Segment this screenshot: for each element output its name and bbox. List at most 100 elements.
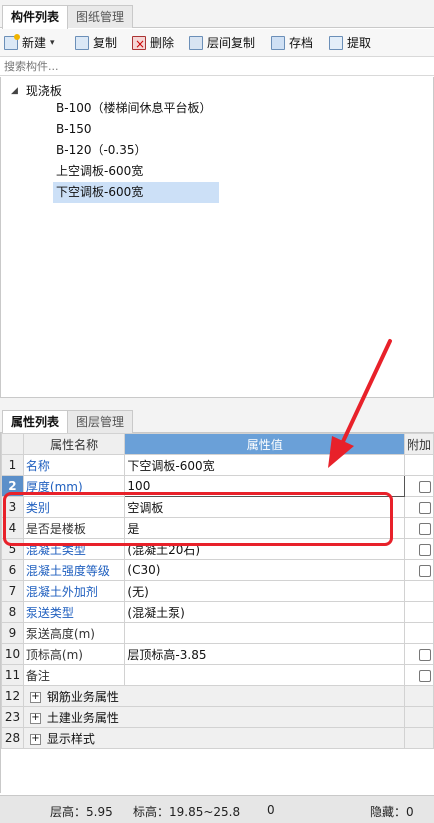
group-row[interactable]: 28 + 显示样式	[1, 727, 434, 749]
table-row[interactable]: 9 泵送高度(m)	[1, 622, 434, 644]
property-value-cell[interactable]: (混凝土泵)	[124, 601, 405, 623]
status-zero: 0	[267, 803, 275, 817]
collapse-triangle-icon[interactable]: ◢	[11, 81, 18, 101]
property-name-cell: 泵送高度(m)	[22, 622, 126, 644]
property-value-cell[interactable]	[124, 664, 405, 686]
row-number[interactable]: 11	[1, 664, 24, 686]
additional-checkbox[interactable]	[418, 501, 431, 514]
new-button[interactable]: 新建 ▾	[4, 33, 55, 53]
additional-cell	[403, 517, 434, 539]
additional-checkbox[interactable]	[418, 480, 431, 493]
table-row[interactable]: 8 泵送类型 (混凝土泵)	[1, 601, 434, 623]
additional-cell	[403, 475, 434, 497]
property-name-cell: 名称	[22, 454, 126, 476]
archive-label: 存档	[289, 36, 314, 50]
search-input[interactable]	[0, 58, 434, 76]
elevation-range: 标高：19.85~25.8	[133, 805, 241, 819]
row-number[interactable]: 28	[1, 727, 24, 749]
additional-checkbox[interactable]	[418, 648, 431, 661]
property-name-cell: 混凝土外加剂	[22, 580, 126, 602]
row-number[interactable]: 6	[1, 559, 24, 581]
header-property-name[interactable]: 属性名称	[22, 433, 126, 455]
tree-item[interactable]: 上空调板-600宽	[53, 161, 146, 182]
additional-cell	[403, 727, 434, 749]
property-name-cell: 备注	[22, 664, 126, 686]
property-value-cell[interactable]: (C30)	[124, 559, 405, 581]
tree-item[interactable]: B-120（-0.35）	[53, 140, 150, 161]
additional-cell	[403, 496, 434, 518]
group-label: 土建业务属性	[46, 710, 119, 725]
group-cell[interactable]: + 显示样式	[22, 727, 405, 749]
row-number[interactable]: 8	[1, 601, 24, 623]
property-value-cell[interactable]: 层顶标高-3.85	[124, 643, 405, 665]
table-row[interactable]: 10 顶标高(m) 层顶标高-3.85	[1, 643, 434, 665]
archive-button[interactable]: 存档	[271, 33, 313, 53]
top-tab-bar: 构件列表 图纸管理	[0, 0, 434, 29]
floor-copy-button[interactable]: 层间复制	[189, 33, 255, 53]
group-row[interactable]: 12 + 钢筋业务属性	[1, 685, 434, 707]
group-row[interactable]: 23 + 土建业务属性	[1, 706, 434, 728]
property-name-cell: 混凝土强度等级	[22, 559, 126, 581]
additional-checkbox[interactable]	[418, 669, 431, 682]
archive-icon	[271, 36, 285, 50]
tab-component-list[interactable]: 构件列表	[2, 5, 69, 29]
floor-copy-label: 层间复制	[207, 36, 256, 50]
delete-label: 删除	[150, 36, 175, 50]
copy-button[interactable]: 复制	[75, 33, 117, 53]
additional-cell	[403, 559, 434, 581]
status-bar: 层高：5.95 标高：19.85~25.8 0 隐藏：0	[0, 795, 434, 823]
additional-checkbox[interactable]	[418, 522, 431, 535]
group-label: 钢筋业务属性	[46, 689, 119, 704]
row-number[interactable]: 10	[1, 643, 24, 665]
row-number[interactable]: 23	[1, 706, 24, 728]
table-row[interactable]: 6 混凝土强度等级 (C30)	[1, 559, 434, 581]
tree-item-selected[interactable]: 下空调板-600宽	[53, 182, 219, 203]
row-number[interactable]: 1	[1, 454, 24, 476]
annotation-highlight-box	[3, 492, 393, 546]
expand-plus-icon[interactable]: +	[29, 733, 41, 745]
delete-icon	[132, 34, 146, 54]
expand-plus-icon[interactable]: +	[29, 712, 41, 724]
tree-item[interactable]: B-100（楼梯间休息平台板）	[53, 98, 214, 119]
group-cell[interactable]: + 土建业务属性	[22, 706, 405, 728]
group-label: 显示样式	[46, 731, 95, 746]
tab-property-list[interactable]: 属性列表	[2, 410, 69, 434]
floor-copy-icon	[189, 36, 203, 50]
header-additional[interactable]: 附加	[403, 433, 434, 455]
property-value-cell[interactable]	[124, 622, 405, 644]
expand-plus-icon[interactable]: +	[29, 691, 41, 703]
additional-cell	[403, 664, 434, 686]
property-name-cell: 泵送类型	[22, 601, 126, 623]
new-label: 新建	[22, 36, 47, 50]
property-table: 属性名称 属性值 附加 1 名称 下空调板-600宽 2 厚度(mm) 100 3 类别 空调板…	[1, 433, 434, 749]
tree-item[interactable]: B-150	[53, 119, 94, 140]
row-number[interactable]: 9	[1, 622, 24, 644]
row-number[interactable]: 7	[1, 580, 24, 602]
additional-checkbox[interactable]	[418, 543, 431, 556]
row-number[interactable]: 12	[1, 685, 24, 707]
tab-drawing-management[interactable]: 图纸管理	[67, 5, 134, 28]
copy-icon	[75, 36, 89, 50]
extract-button[interactable]: 提取	[329, 33, 371, 53]
additional-cell	[403, 580, 434, 602]
additional-cell	[403, 643, 434, 665]
toolbar: 新建 ▾ 复制 删除 层间复制 存档 提取	[0, 29, 434, 57]
copy-label: 复制	[93, 36, 118, 50]
additional-cell	[403, 538, 434, 560]
additional-cell	[403, 454, 434, 476]
additional-checkbox[interactable]	[418, 564, 431, 577]
additional-cell	[403, 706, 434, 728]
tab-layer-management[interactable]: 图层管理	[67, 410, 134, 433]
additional-cell	[403, 685, 434, 707]
group-cell[interactable]: + 钢筋业务属性	[22, 685, 405, 707]
header-corner	[1, 433, 24, 455]
table-row[interactable]: 7 混凝土外加剂 (无)	[1, 580, 434, 602]
property-name-cell: 顶标高(m)	[22, 643, 126, 665]
dropdown-arrow-icon[interactable]: ▾	[50, 33, 55, 53]
table-row[interactable]: 11 备注	[1, 664, 434, 686]
extract-label: 提取	[347, 36, 372, 50]
property-value-cell[interactable]: (无)	[124, 580, 405, 602]
hidden-count: 隐藏：0	[370, 805, 414, 819]
property-grid: 属性名称 属性值 附加 1 名称 下空调板-600宽 2 厚度(mm) 100 3 类别 空调板…	[0, 433, 434, 793]
delete-button[interactable]: 删除	[132, 33, 175, 54]
